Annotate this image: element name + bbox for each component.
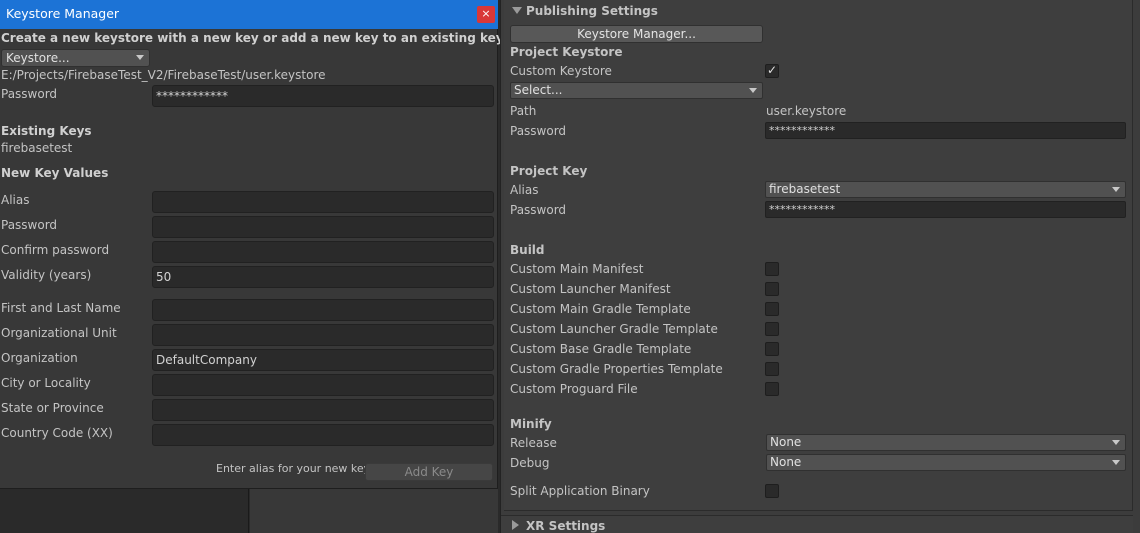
key-password-label: Password bbox=[510, 203, 567, 217]
panel-divider bbox=[248, 489, 249, 533]
debug-minify-dropdown[interactable]: None bbox=[766, 454, 1126, 471]
new-password-field[interactable] bbox=[152, 216, 494, 238]
xr-settings-foldout[interactable]: XR Settings bbox=[501, 515, 1133, 533]
confirm-password-field[interactable] bbox=[152, 241, 494, 263]
keystore-manager-heading: Create a new keystore with a new key or … bbox=[1, 31, 539, 45]
keystore-password-field[interactable]: ************ bbox=[765, 122, 1126, 139]
xr-settings-title[interactable]: XR Settings bbox=[526, 519, 605, 533]
new-key-values-heading: New Key Values bbox=[1, 166, 109, 180]
key-password-field[interactable]: ************ bbox=[765, 201, 1126, 218]
custom-proguard-label: Custom Proguard File bbox=[510, 382, 638, 396]
player-settings-inspector: Publishing Settings Keystore Manager... … bbox=[500, 0, 1140, 533]
custom-launcher-manifest-checkbox[interactable] bbox=[765, 282, 779, 296]
add-key-button[interactable]: Add Key bbox=[365, 463, 493, 481]
keystore-password-field[interactable]: ************ bbox=[152, 85, 494, 107]
custom-base-gradle-checkbox[interactable] bbox=[765, 342, 779, 356]
country-field[interactable] bbox=[152, 424, 494, 446]
path-label: Path bbox=[510, 104, 537, 118]
alias-field[interactable] bbox=[152, 191, 494, 213]
name-label: First and Last Name bbox=[1, 301, 121, 315]
custom-gradle-properties-label: Custom Gradle Properties Template bbox=[510, 362, 723, 376]
custom-keystore-label: Custom Keystore bbox=[510, 64, 612, 78]
existing-key-item: firebasetest bbox=[1, 141, 73, 155]
existing-keys-heading: Existing Keys bbox=[1, 124, 92, 138]
organization-label: Organization bbox=[1, 351, 78, 365]
alias-dropdown[interactable]: firebasetest bbox=[765, 181, 1126, 198]
organization-field[interactable]: DefaultCompany bbox=[152, 349, 494, 371]
custom-gradle-properties-checkbox[interactable] bbox=[765, 362, 779, 376]
publishing-settings-title[interactable]: Publishing Settings bbox=[526, 4, 658, 18]
release-minify-dropdown[interactable]: None bbox=[766, 434, 1126, 451]
window-title-bar[interactable]: Keystore Manager × bbox=[0, 0, 498, 29]
path-value: user.keystore bbox=[766, 104, 847, 118]
custom-launcher-manifest-label: Custom Launcher Manifest bbox=[510, 282, 671, 296]
custom-launcher-gradle-checkbox[interactable] bbox=[765, 322, 779, 336]
split-binary-label: Split Application Binary bbox=[510, 484, 650, 498]
close-button[interactable]: × bbox=[477, 6, 495, 23]
minify-heading: Minify bbox=[510, 417, 552, 431]
country-label: Country Code (XX) bbox=[1, 426, 113, 440]
name-field[interactable] bbox=[152, 299, 494, 321]
org-unit-label: Organizational Unit bbox=[1, 326, 117, 340]
keystore-manager-button[interactable]: Keystore Manager... bbox=[510, 25, 763, 43]
keystore-password-label: Password bbox=[1, 87, 58, 101]
org-unit-field[interactable] bbox=[152, 324, 494, 346]
custom-launcher-gradle-label: Custom Launcher Gradle Template bbox=[510, 322, 718, 336]
alias-label: Alias bbox=[510, 183, 539, 197]
custom-keystore-checkbox[interactable] bbox=[765, 63, 779, 78]
release-label: Release bbox=[510, 436, 557, 450]
foldout-expanded-icon[interactable] bbox=[512, 7, 522, 14]
custom-main-manifest-checkbox[interactable] bbox=[765, 262, 779, 276]
window-title: Keystore Manager bbox=[6, 6, 120, 21]
keystore-dropdown[interactable]: Keystore... bbox=[1, 49, 150, 67]
custom-main-manifest-label: Custom Main Manifest bbox=[510, 262, 644, 276]
alias-hint: Enter alias for your new key. bbox=[216, 462, 373, 475]
keystore-manager-window: Keystore Manager × Create a new keystore… bbox=[0, 0, 539, 489]
alias-label: Alias bbox=[1, 193, 30, 207]
split-binary-checkbox[interactable] bbox=[765, 484, 779, 498]
build-heading: Build bbox=[510, 243, 545, 257]
keystore-path: E:/Projects/FirebaseTest_V2/FirebaseTest… bbox=[1, 68, 326, 82]
validity-field[interactable]: 50 bbox=[152, 266, 494, 288]
new-password-label: Password bbox=[1, 218, 58, 232]
project-keystore-heading: Project Keystore bbox=[510, 45, 623, 59]
confirm-password-label: Confirm password bbox=[1, 243, 110, 257]
city-label: City or Locality bbox=[1, 376, 91, 390]
editor-panel-fragment bbox=[250, 489, 498, 533]
state-field[interactable] bbox=[152, 399, 494, 421]
foldout-collapsed-icon[interactable] bbox=[512, 520, 519, 530]
chevron-down-icon bbox=[136, 55, 144, 60]
publishing-settings-panel: Publishing Settings Keystore Manager... … bbox=[504, 0, 1133, 511]
custom-main-gradle-label: Custom Main Gradle Template bbox=[510, 302, 691, 316]
project-key-heading: Project Key bbox=[510, 164, 588, 178]
chevron-down-icon bbox=[1112, 460, 1120, 465]
custom-main-gradle-checkbox[interactable] bbox=[765, 302, 779, 316]
keystore-select-dropdown[interactable]: Select... bbox=[510, 82, 763, 99]
chevron-down-icon bbox=[1112, 187, 1120, 192]
keystore-password-label: Password bbox=[510, 124, 567, 138]
chevron-down-icon bbox=[749, 88, 757, 93]
debug-label: Debug bbox=[510, 456, 550, 470]
validity-label: Validity (years) bbox=[1, 268, 92, 282]
state-label: State or Province bbox=[1, 401, 104, 415]
chevron-down-icon bbox=[1112, 440, 1120, 445]
custom-proguard-checkbox[interactable] bbox=[765, 382, 779, 396]
custom-base-gradle-label: Custom Base Gradle Template bbox=[510, 342, 692, 356]
city-field[interactable] bbox=[152, 374, 494, 396]
